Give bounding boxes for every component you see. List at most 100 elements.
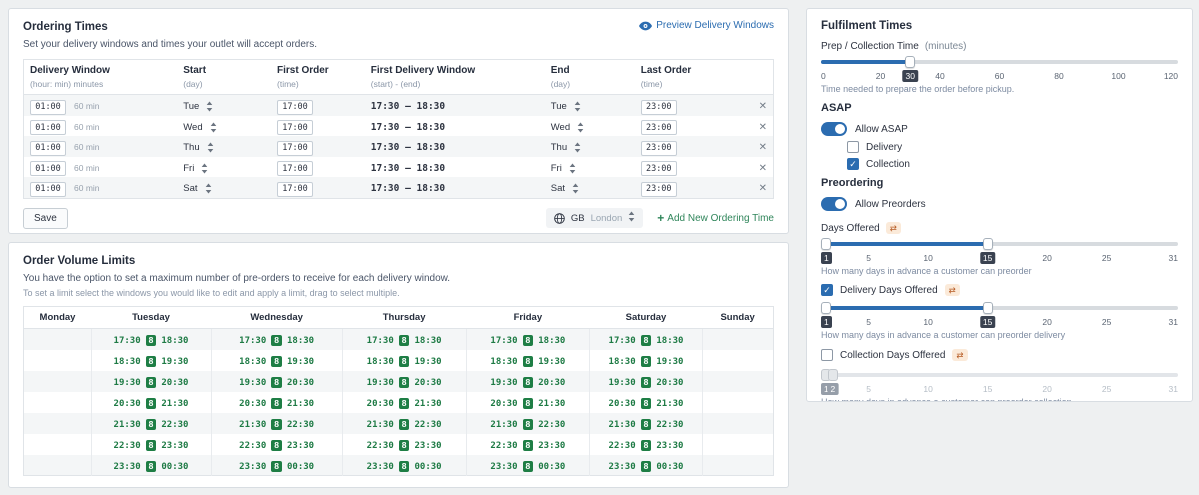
duration-input[interactable] [30,182,66,197]
volume-slot-cell[interactable]: 17:30818:30 [211,329,342,350]
volume-slot-cell[interactable]: 20:30821:30 [211,392,342,413]
remove-row-button[interactable]: ✕ [759,102,767,112]
volume-slot-cell[interactable]: 19:30820:30 [466,371,590,392]
start-day-select[interactable]: Fri [183,163,208,174]
first-order-input[interactable] [277,141,313,156]
first-order-input[interactable] [277,182,313,197]
slider-track[interactable] [821,302,1178,314]
end-day-select[interactable]: Tue [551,101,581,112]
volume-slot-cell[interactable]: 22:30823:30 [590,434,703,455]
add-ordering-time-link[interactable]: + Add New Ordering Time [657,213,774,224]
end-day-select[interactable]: Sat [551,183,579,194]
checkbox-icon[interactable] [821,349,833,361]
delivery-days-offered-checkbox[interactable]: ✓ Delivery Days Offered ⇄ [821,284,1178,296]
duration-input[interactable] [30,100,66,115]
last-order-input[interactable] [641,161,677,176]
end-day-select[interactable]: Wed [551,122,584,133]
duration-input[interactable] [30,141,66,156]
slider-handle[interactable] [821,302,831,314]
start-day-select[interactable]: Thu [183,142,213,153]
first-order-cell [271,136,365,157]
preview-delivery-windows-link[interactable]: Preview Delivery Windows [639,20,774,31]
slider-track[interactable] [821,56,1178,68]
volume-slot-cell[interactable]: 21:30822:30 [590,413,703,434]
volume-slot-cell[interactable]: 18:30819:30 [91,350,211,371]
volume-slot-cell[interactable]: 17:30818:30 [466,329,590,350]
slider-handle[interactable] [905,56,915,68]
volume-slot-cell[interactable]: 23:30800:30 [342,455,466,476]
toggle-switch-icon[interactable] [821,197,847,211]
checkbox-icon[interactable] [847,141,859,153]
volume-slot-cell[interactable]: 23:30800:30 [466,455,590,476]
slider-handle[interactable] [983,238,993,250]
volume-slot-cell[interactable]: 23:30800:30 [590,455,703,476]
checkbox-icon[interactable]: ✓ [821,284,833,296]
slot-start-time: 19:30 [367,378,394,388]
end-day-value: Tue [551,101,567,112]
remove-row-button[interactable]: ✕ [759,123,767,133]
remove-row-button[interactable]: ✕ [759,184,767,194]
duration-input[interactable] [30,120,66,135]
remove-row-button[interactable]: ✕ [759,164,767,174]
volume-slot-cell[interactable]: 17:30818:30 [590,329,703,350]
last-order-input[interactable] [641,120,677,135]
volume-slot-cell[interactable]: 19:30820:30 [342,371,466,392]
last-order-input[interactable] [641,141,677,156]
volume-slot-cell[interactable]: 21:30822:30 [211,413,342,434]
first-order-input[interactable] [277,120,313,135]
volume-slot-cell[interactable]: 22:30823:30 [342,434,466,455]
volume-row: 22:30823:3022:30823:3022:30823:3022:3082… [24,434,774,455]
volume-slot-cell[interactable]: 23:30800:30 [211,455,342,476]
volume-slot-cell[interactable]: 21:30822:30 [91,413,211,434]
end-day-select[interactable]: Fri [551,163,576,174]
allow-asap-toggle[interactable]: Allow ASAP [821,122,1178,136]
start-day-select[interactable]: Wed [183,122,216,133]
volume-slot-cell[interactable]: 17:30818:30 [91,329,211,350]
slider-track[interactable] [821,238,1178,250]
prep-time-slider[interactable]: 02030406080100120 [821,56,1178,83]
first-order-input[interactable] [277,161,313,176]
volume-slot-cell[interactable]: 23:30800:30 [91,455,211,476]
volume-slot-cell[interactable]: 22:30823:30 [466,434,590,455]
checkbox-icon[interactable]: ✓ [847,158,859,170]
asap-collection-checkbox[interactable]: ✓ Collection [847,158,1178,170]
volume-slot-cell[interactable]: 21:30822:30 [466,413,590,434]
first-order-input[interactable] [277,100,313,115]
volume-slot-cell[interactable]: 17:30818:30 [342,329,466,350]
toggle-switch-icon[interactable] [821,122,847,136]
start-day-cell: Tue [177,95,271,116]
last-order-input[interactable] [641,182,677,197]
volume-slot-cell[interactable]: 18:30819:30 [211,350,342,371]
volume-slot-cell[interactable]: 20:30821:30 [590,392,703,413]
duration-input[interactable] [30,161,66,176]
volume-slot-cell[interactable]: 22:30823:30 [211,434,342,455]
slider-handle[interactable] [983,302,993,314]
asap-delivery-checkbox[interactable]: Delivery [847,141,1178,153]
end-day-select[interactable]: Thu [551,142,581,153]
volume-slot-cell[interactable]: 18:30819:30 [590,350,703,371]
volume-slot-cell[interactable]: 18:30819:30 [466,350,590,371]
slot-start-time: 21:30 [490,420,517,430]
collection-days-offered-checkbox[interactable]: Collection Days Offered ⇄ [821,349,1178,361]
prep-time-helper: Time needed to prepare the order before … [821,84,1178,95]
slot-limit-badge: 8 [146,356,157,367]
volume-slot-cell[interactable]: 22:30823:30 [91,434,211,455]
volume-slot-cell[interactable]: 19:30820:30 [91,371,211,392]
volume-slot-cell[interactable]: 21:30822:30 [342,413,466,434]
remove-row-button[interactable]: ✕ [759,143,767,153]
timezone-select[interactable]: GB London [546,208,643,228]
last-order-input[interactable] [641,100,677,115]
volume-slot-cell[interactable]: 18:30819:30 [342,350,466,371]
ordering-save-button[interactable]: Save [23,208,68,229]
days-offered-slider[interactable]: 151015202531 [821,238,1178,265]
volume-slot-cell[interactable]: 20:30821:30 [91,392,211,413]
delivery-days-slider[interactable]: 151015202531 [821,302,1178,329]
start-day-select[interactable]: Tue [183,101,213,112]
volume-slot-cell[interactable]: 19:30820:30 [590,371,703,392]
slider-handle[interactable] [821,238,831,250]
volume-slot-cell[interactable]: 20:30821:30 [342,392,466,413]
start-day-select[interactable]: Sat [183,183,211,194]
volume-slot-cell[interactable]: 20:30821:30 [466,392,590,413]
volume-slot-cell[interactable]: 19:30820:30 [211,371,342,392]
allow-preorders-toggle[interactable]: Allow Preorders [821,197,1178,211]
